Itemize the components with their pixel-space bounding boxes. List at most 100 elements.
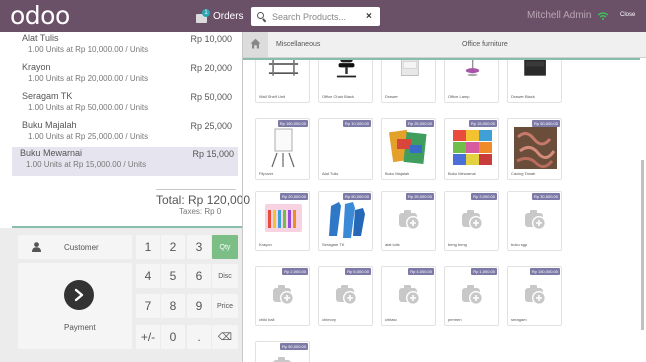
home-icon: [250, 38, 261, 49]
category-miscellaneous[interactable]: Miscellaneous: [276, 41, 320, 48]
product-price-tag: Rp 25,000.00: [405, 120, 434, 127]
odoo-logo: odoo: [10, 1, 70, 30]
product-card[interactable]: Rp 20,000.00 Krayon: [255, 191, 310, 251]
order-line-selected[interactable]: Buku Mewarnai 1.00 Units at Rp 15,000.00…: [12, 147, 238, 176]
worms-icon: [514, 127, 557, 169]
product-name: chiki ball: [259, 317, 275, 322]
payment-icon: [64, 280, 94, 310]
product-placeholder-icon: [399, 210, 420, 230]
product-card[interactable]: Rp 3,000.00 beng beng: [444, 191, 499, 251]
order-line-name: Alat Tulis: [22, 33, 59, 43]
order-line[interactable]: Alat Tulis 1.00 Units at Rp 10,000.00 / …: [14, 32, 236, 61]
product-price-tag: Rp 10,000.00: [342, 120, 371, 127]
numpad-key-1[interactable]: 1: [136, 235, 160, 259]
product-card[interactable]: Rp 50,000.00 Seragam TK: [318, 191, 373, 251]
shelf-icon: [268, 60, 299, 76]
customer-button[interactable]: Customer: [18, 235, 132, 259]
home-category-button[interactable]: [243, 32, 268, 57]
product-card[interactable]: Rp 25,000.00 alat tulis: [381, 191, 436, 251]
magazines-icon: [388, 129, 427, 164]
product-card[interactable]: Rp 1,000.00 permen: [444, 266, 499, 326]
payment-button[interactable]: Payment: [18, 263, 132, 349]
product-card[interactable]: Rp 50,000.00 Cacing Tanah: [507, 118, 562, 180]
product-name: permen: [448, 317, 462, 322]
category-office-furniture[interactable]: Office furniture: [462, 41, 508, 48]
order-line-info: 1.00 Units at Rp 25,000.00 / Units: [28, 132, 149, 141]
product-placeholder-icon: [336, 285, 357, 305]
order-line[interactable]: Buku Majalah 1.00 Units at Rp 25,000.00 …: [14, 119, 236, 148]
numpad-key-8[interactable]: 8: [161, 294, 185, 318]
product-card[interactable]: Rp 50,000.00: [255, 341, 310, 362]
product-price-tag: Rp 4,000.00: [408, 268, 434, 275]
numpad-key-3[interactable]: 3: [187, 235, 211, 259]
drawer-icon: [401, 60, 419, 76]
order-taxes: Taxes: Rp 0: [179, 207, 222, 216]
product-placeholder-icon: [273, 357, 291, 362]
numpad-key-7[interactable]: 7: [136, 294, 160, 318]
product-placeholder-icon: [462, 285, 483, 305]
product-price-tag: Rp 15,000.00: [468, 120, 497, 127]
product-card[interactable]: Rp 25,000.00 Buku Majalah: [381, 118, 436, 180]
order-line-price: Rp 50,000: [190, 92, 232, 102]
backspace-icon[interactable]: ⌫: [212, 325, 238, 349]
order-line-info: 1.00 Units at Rp 15,000.00 / Units: [26, 160, 147, 169]
product-price-tag: Rp 3,000.00: [471, 193, 497, 200]
numpad-key-9[interactable]: 9: [187, 294, 211, 318]
orders-button[interactable]: 1 Orders: [196, 7, 244, 25]
search-input[interactable]: [272, 11, 364, 22]
numpad-key-5[interactable]: 5: [161, 264, 185, 288]
product-card[interactable]: Rp 10,000.00 Alat Tulis: [318, 118, 373, 180]
numpad-key-0[interactable]: 0: [161, 325, 185, 349]
price-mode-button[interactable]: Price: [212, 294, 238, 318]
product-price-tag: Rp 1,000.00: [471, 268, 497, 275]
numpad-key-plus-minus[interactable]: +/-: [136, 325, 160, 349]
product-price-tag: Rp 160,000.00: [277, 120, 308, 127]
connection-status-icon: [598, 12, 608, 20]
product-card[interactable]: Rp 15,000.00 Buku Mewarnai: [444, 118, 499, 180]
order-line-name: Krayon: [22, 62, 51, 72]
product-card[interactable]: Office Chair Black: [318, 60, 373, 103]
top-bar: odoo 1 Orders × Mitchell Admin Close: [0, 0, 646, 32]
product-card[interactable]: Rp 5,000.00 chimory: [318, 266, 373, 326]
category-bar: Miscellaneous Office furniture: [243, 32, 646, 58]
qty-mode-button[interactable]: Qty: [212, 235, 238, 259]
order-line-name: Buku Mewarnai: [20, 148, 83, 158]
order-line-info: 1.00 Units at Rp 20,000.00 / Units: [28, 74, 149, 83]
payment-label: Payment: [64, 323, 96, 332]
numpad-key-dot[interactable]: .: [187, 325, 211, 349]
product-name: Alat Tulis: [322, 171, 339, 176]
product-card[interactable]: Office Lamp: [444, 60, 499, 103]
product-card[interactable]: Rp 160,000.00 Flipover: [255, 118, 310, 180]
product-name: Office Chair Black: [322, 94, 354, 99]
drawer-black-icon: [524, 60, 546, 76]
person-icon: [32, 242, 41, 252]
order-line[interactable]: Krayon 1.00 Units at Rp 20,000.00 / Unit…: [14, 61, 236, 90]
product-card[interactable]: Rp 4,000.00 chitato: [381, 266, 436, 326]
user-name[interactable]: Mitchell Admin: [527, 10, 591, 21]
disc-mode-button[interactable]: Disc: [212, 264, 238, 288]
numpad-key-4[interactable]: 4: [136, 264, 160, 288]
numpad-key-2[interactable]: 2: [161, 235, 185, 259]
product-price-tag: Rp 20,000.00: [279, 193, 308, 200]
product-name: Krayon: [259, 242, 272, 247]
numpad-key-6[interactable]: 6: [187, 264, 211, 288]
product-price-tag: Rp 150,000.00: [529, 268, 560, 275]
crayons-icon: [265, 204, 302, 232]
clear-search-icon[interactable]: ×: [366, 11, 372, 22]
product-card[interactable]: Wall Shelf Unit: [255, 60, 310, 103]
order-line[interactable]: Seragam TK 1.00 Units at Rp 50,000.00 / …: [14, 90, 236, 119]
orders-label: Orders: [213, 10, 244, 22]
product-name: Office Lamp: [448, 94, 470, 99]
product-card[interactable]: Rp 150,000.00 seragam: [507, 266, 562, 326]
product-grid-scrollbar[interactable]: [641, 160, 644, 330]
product-card[interactable]: Drawer: [381, 60, 436, 103]
product-card[interactable]: Rp 2,000.00 chiki ball: [255, 266, 310, 326]
order-line-info: 1.00 Units at Rp 10,000.00 / Units: [28, 45, 149, 54]
uniform-icon: [329, 202, 365, 238]
close-button[interactable]: Close: [620, 12, 635, 18]
search-box[interactable]: ×: [251, 7, 380, 26]
product-card[interactable]: Drawer Black: [507, 60, 562, 103]
product-name: beng beng: [448, 242, 467, 247]
product-price-tag: Rp 50,000.00: [279, 343, 308, 350]
product-card[interactable]: Rp 30,500.00 buku sgp: [507, 191, 562, 251]
